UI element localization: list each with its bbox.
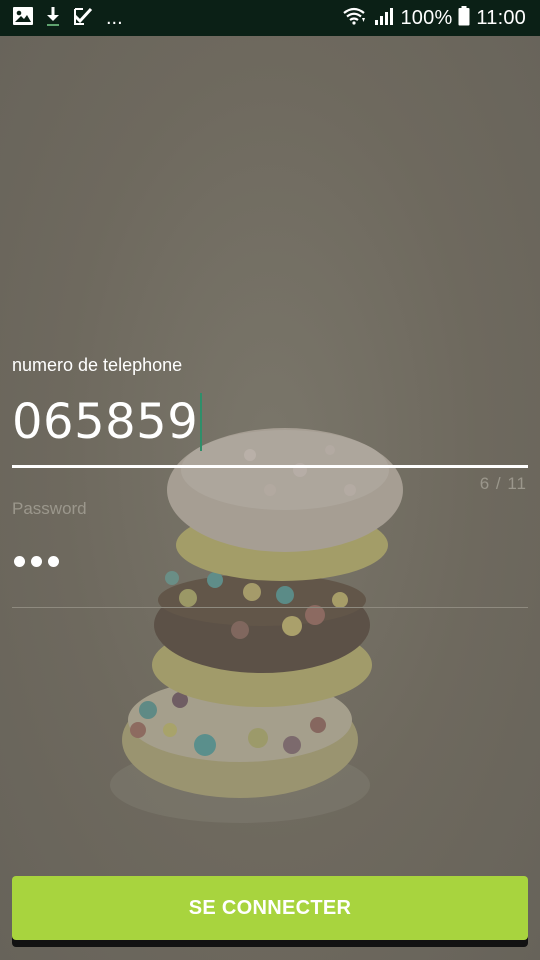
- password-mask-dot: [48, 556, 59, 567]
- signal-icon: [374, 6, 394, 31]
- password-mask-dot: [14, 556, 25, 567]
- status-bar: ... 100% 11:00: [0, 0, 540, 36]
- status-bar-right: 100% 11:00: [342, 0, 526, 36]
- clock: 11:00: [476, 6, 526, 29]
- password-input[interactable]: [14, 556, 59, 567]
- status-overflow-dots: ...: [106, 7, 123, 29]
- battery-percent: 100%: [400, 6, 453, 29]
- phone-label: numero de telephone: [12, 355, 183, 375]
- background-photo: [0, 36, 540, 960]
- password-mask-dot: [31, 556, 42, 567]
- check-task-icon: [72, 6, 94, 31]
- phone-input[interactable]: 065859: [12, 388, 528, 468]
- status-bar-left-icons: ...: [12, 6, 123, 30]
- image-icon: [12, 6, 34, 31]
- password-underline: [12, 607, 528, 608]
- phone-value-wrapper[interactable]: 065859: [12, 390, 203, 454]
- download-icon: [44, 5, 62, 32]
- phone-underline: [12, 465, 528, 468]
- connect-button[interactable]: SE CONNECTER: [12, 876, 528, 940]
- text-caret: [200, 393, 203, 451]
- phone-value[interactable]: 065859: [12, 390, 198, 454]
- phone-character-counter: 6 / 11: [479, 474, 527, 493]
- battery-icon: [458, 5, 470, 31]
- stacked-macarons-photo-icon: [110, 428, 403, 823]
- wifi-icon: [342, 6, 368, 31]
- password-label: Password: [12, 499, 87, 518]
